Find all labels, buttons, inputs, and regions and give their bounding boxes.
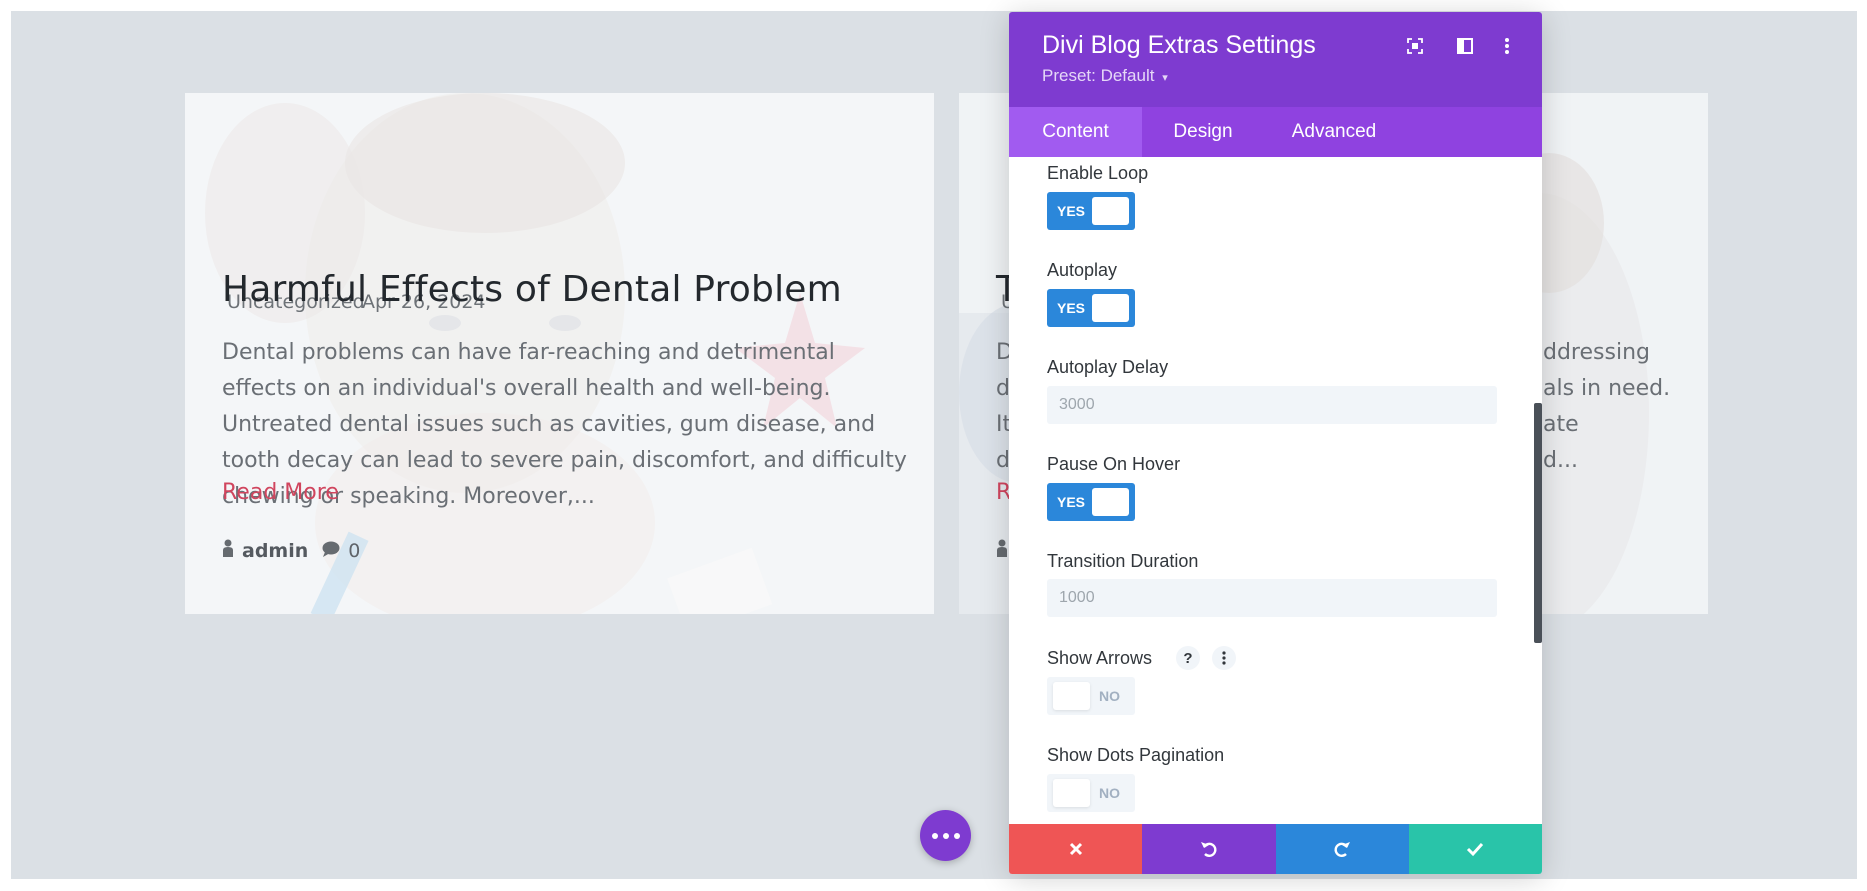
settings-tabs: Content Design Advanced	[1009, 107, 1542, 157]
toggle-state: YES	[1057, 494, 1086, 510]
comment-icon	[322, 540, 340, 562]
excerpt-line: ate	[1543, 412, 1579, 437]
page-canvas: Uncategorized Apr 26, 2024 Harmful Effec…	[11, 11, 1857, 879]
user-icon	[222, 539, 234, 562]
close-icon	[1069, 842, 1082, 856]
autoplay-label: Autoplay	[1047, 260, 1118, 280]
panel-header[interactable]: Divi Blog Extras Settings Preset: Defaul…	[1009, 12, 1542, 107]
check-icon	[1467, 842, 1484, 857]
toggle-knob	[1092, 197, 1129, 225]
preset-selector[interactable]: Preset: Default ▾	[1042, 66, 1168, 86]
module-settings-panel: Divi Blog Extras Settings Preset: Defaul…	[1009, 12, 1542, 874]
undo-button[interactable]	[1142, 824, 1276, 874]
dot-icon	[931, 832, 938, 839]
scrollbar-thumb[interactable]	[1534, 403, 1542, 643]
preset-label: Preset: Default	[1042, 66, 1155, 85]
post-meta-footer: admin 0	[222, 539, 360, 562]
enable-loop-label: Enable Loop	[1047, 163, 1149, 183]
tab-content[interactable]: Content	[1009, 107, 1142, 157]
excerpt-line: d...	[1543, 448, 1578, 473]
toggle-knob	[1053, 779, 1090, 807]
split-view-icon[interactable]	[1453, 34, 1477, 58]
dot-icon	[953, 832, 960, 839]
post-title[interactable]: Harmful Effects of Dental Problem	[222, 269, 842, 310]
save-button[interactable]	[1408, 824, 1542, 874]
pause-on-hover-toggle[interactable]: YES	[1047, 483, 1135, 521]
pause-on-hover-label: Pause On Hover	[1047, 454, 1181, 474]
undo-icon	[1200, 842, 1217, 857]
transition-duration-label: Transition Duration	[1047, 551, 1199, 571]
panel-title: Divi Blog Extras Settings	[1042, 31, 1316, 59]
caret-down-icon: ▾	[1162, 72, 1168, 84]
user-icon	[996, 539, 1008, 562]
toggle-knob	[1092, 488, 1129, 516]
cancel-button[interactable]	[1009, 824, 1143, 874]
post-excerpt-right: ddressing als in need. ate d...	[1543, 335, 1670, 479]
toggle-state: YES	[1057, 300, 1086, 316]
fullscreen-icon[interactable]	[1403, 34, 1427, 58]
show-arrows-label: Show Arrows	[1047, 648, 1153, 668]
autoplay-delay-label: Autoplay Delay	[1047, 357, 1169, 377]
toggle-state: NO	[1099, 785, 1120, 801]
settings-body: Enable Loop YES Autoplay YES Autoplay De…	[1009, 157, 1542, 823]
read-more-link[interactable]: Read More	[222, 480, 339, 505]
more-options-icon[interactable]	[1495, 34, 1519, 58]
excerpt-line: ddressing	[1543, 340, 1650, 365]
autoplay-delay-input[interactable]: 3000	[1047, 386, 1497, 424]
enable-loop-toggle[interactable]: YES	[1047, 192, 1135, 230]
show-dots-label: Show Dots Pagination	[1047, 745, 1225, 765]
transition-duration-input[interactable]: 1000	[1047, 579, 1497, 617]
excerpt-line: als in need.	[1543, 376, 1671, 401]
post-meta-footer	[996, 539, 1008, 562]
toggle-state: YES	[1057, 203, 1086, 219]
show-arrows-toggle[interactable]: NO	[1047, 677, 1135, 715]
panel-footer	[1009, 824, 1542, 874]
help-icon[interactable]: ?	[1176, 646, 1200, 670]
redo-button[interactable]	[1275, 824, 1409, 874]
toggle-state: NO	[1099, 688, 1120, 704]
builder-options-button[interactable]	[920, 810, 971, 861]
field-options-icon[interactable]	[1212, 646, 1236, 670]
tab-advanced[interactable]: Advanced	[1264, 107, 1404, 157]
show-dots-toggle[interactable]: NO	[1047, 774, 1135, 812]
redo-icon	[1334, 842, 1351, 857]
post-author[interactable]: admin	[242, 540, 308, 562]
toggle-knob	[1053, 682, 1090, 710]
autoplay-toggle[interactable]: YES	[1047, 289, 1135, 327]
toggle-knob	[1092, 294, 1129, 322]
dot-icon	[942, 832, 949, 839]
comment-count[interactable]: 0	[348, 540, 360, 562]
blog-post-card[interactable]: Uncategorized Apr 26, 2024 Harmful Effec…	[185, 93, 934, 614]
tab-design[interactable]: Design	[1142, 107, 1264, 157]
